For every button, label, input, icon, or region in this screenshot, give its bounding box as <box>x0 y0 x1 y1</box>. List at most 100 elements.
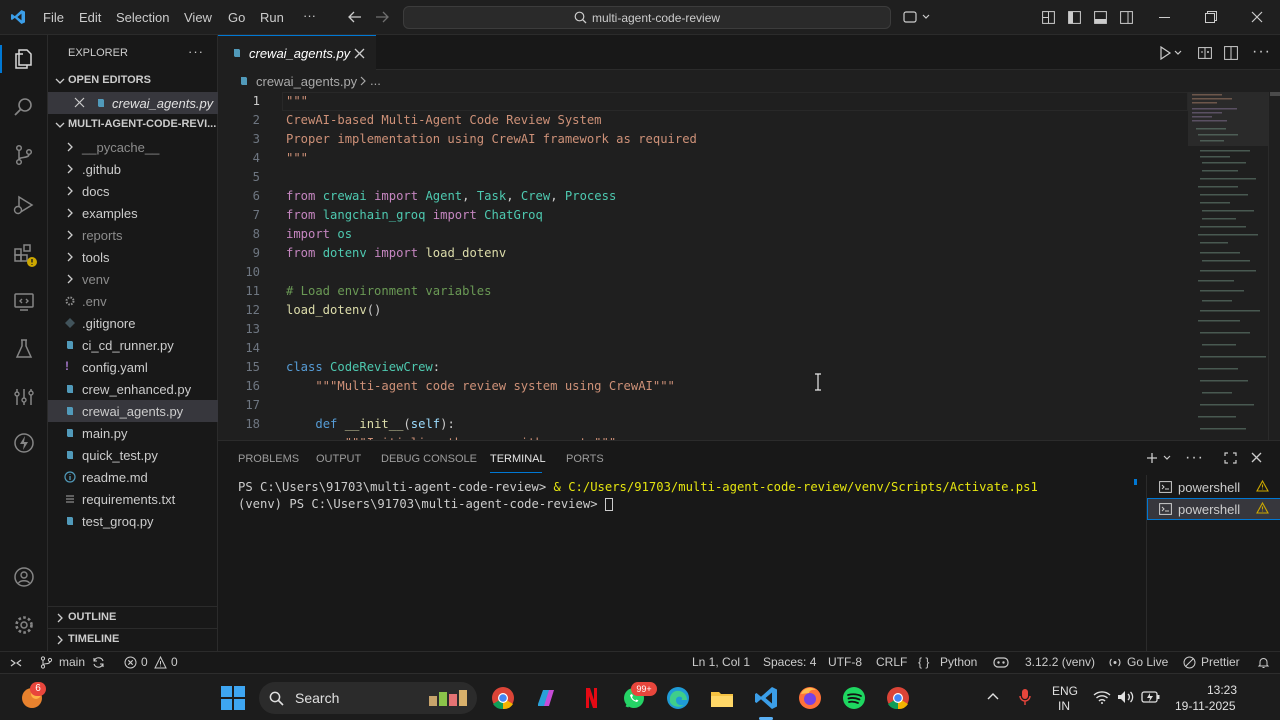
broadcast-icon[interactable] <box>1108 656 1122 669</box>
terminal-output[interactable]: PS C:\Users\91703\multi-agent-code-revie… <box>238 480 1038 511</box>
go-live[interactable]: Go Live <box>1127 655 1168 669</box>
new-terminal-icon[interactable] <box>1146 452 1172 464</box>
clock-time[interactable]: 13:23 <box>1207 683 1237 697</box>
error-icon[interactable] <box>124 656 137 669</box>
microphone-icon[interactable] <box>1018 688 1032 706</box>
cursor-position[interactable]: Ln 1, Col 1 <box>692 655 750 669</box>
terminal-instance[interactable]: powershell <box>1147 476 1280 498</box>
file-explorer-icon[interactable] <box>708 684 736 712</box>
run-python-icon[interactable] <box>1159 46 1183 60</box>
file-readme[interactable]: readme.md <box>48 466 218 488</box>
end-of-line[interactable]: CRLF <box>876 655 907 669</box>
minimap[interactable] <box>1188 92 1268 440</box>
remote-icon[interactable] <box>10 657 22 669</box>
file-config-yaml[interactable]: ! config.yaml <box>48 356 218 378</box>
code-editor[interactable]: 1 """ 2 CrewAI-based Multi-Agent Code Revi… <box>218 92 1188 440</box>
run-debug-icon[interactable] <box>12 193 36 217</box>
file-crewai-agents[interactable]: crewai_agents.py <box>48 400 218 422</box>
menu-go[interactable]: Go <box>228 10 245 25</box>
file-env[interactable]: .env <box>48 290 218 312</box>
testing-icon[interactable] <box>12 337 36 361</box>
input-language[interactable]: ENG <box>1052 684 1078 698</box>
menu-selection[interactable]: Selection <box>116 10 169 25</box>
restore-icon[interactable] <box>1205 11 1217 23</box>
tab-output[interactable]: OUTPUT <box>316 453 361 465</box>
file-requirements[interactable]: requirements.txt <box>48 488 218 510</box>
firefox-icon[interactable] <box>796 684 824 712</box>
close-icon[interactable] <box>74 97 85 108</box>
volume-icon[interactable] <box>1117 690 1135 704</box>
netflix-icon[interactable] <box>577 684 605 712</box>
forward-arrow-icon[interactable] <box>375 11 389 23</box>
split-editor-icon[interactable] <box>1224 46 1238 60</box>
file-ci-cd-runner[interactable]: ci_cd_runner.py <box>48 334 218 356</box>
tab-crewai-agents[interactable]: crewai_agents.py <box>218 35 376 70</box>
back-arrow-icon[interactable] <box>348 11 362 23</box>
menu-edit[interactable]: Edit <box>79 10 101 25</box>
database-tools-icon[interactable] <box>12 385 36 409</box>
toggle-panel-icon[interactable] <box>1094 11 1107 24</box>
warning-icon[interactable] <box>154 656 167 669</box>
prettier[interactable]: Prettier <box>1201 655 1240 669</box>
folder-github[interactable]: .github <box>48 158 218 180</box>
menu-run[interactable]: Run <box>260 10 284 25</box>
file-crew-enhanced[interactable]: crew_enhanced.py <box>48 378 218 400</box>
clock-date[interactable]: 19-11-2025 <box>1175 699 1236 713</box>
close-panel-icon[interactable] <box>1251 452 1262 463</box>
folder-docs[interactable]: docs <box>48 180 218 202</box>
lightning-icon[interactable] <box>12 431 36 455</box>
extensions-icon[interactable] <box>12 241 37 267</box>
taskbar-search[interactable]: Search <box>259 682 477 714</box>
copilot-status-icon[interactable] <box>993 655 1009 669</box>
folder-examples[interactable]: examples <box>48 202 218 224</box>
editor-more-icon[interactable]: ··· <box>1252 43 1271 61</box>
menu-view[interactable]: View <box>184 10 212 25</box>
breadcrumb-symbol[interactable]: ... <box>370 73 381 88</box>
indentation[interactable]: Spaces: 4 <box>763 655 816 669</box>
copilot-app-icon[interactable] <box>532 684 560 712</box>
terminal-instance-active[interactable]: powershell <box>1147 498 1280 520</box>
file-gitignore[interactable]: .gitignore <box>48 312 218 334</box>
explorer-more-icon[interactable]: ··· <box>188 44 204 59</box>
breadcrumb-file[interactable]: crewai_agents.py <box>256 74 357 89</box>
battery-icon[interactable] <box>1141 690 1161 704</box>
manage-gear-icon[interactable] <box>12 613 36 637</box>
project-header[interactable]: MULTI-AGENT-CODE-REVI... <box>48 114 218 136</box>
customize-layout-icon[interactable] <box>1042 11 1055 24</box>
spotify-icon[interactable] <box>840 684 868 712</box>
folder-pycache[interactable]: __pycache__ <box>48 136 218 158</box>
accounts-icon[interactable] <box>12 565 36 589</box>
file-test-groq[interactable]: test_groq.py <box>48 510 218 532</box>
vscode-logo-icon[interactable] <box>10 9 26 25</box>
toggle-sidebar-icon[interactable] <box>1068 11 1081 24</box>
close-tab-icon[interactable] <box>354 48 365 59</box>
tab-ports[interactable]: PORTS <box>566 453 604 465</box>
minimize-icon[interactable] <box>1159 17 1170 19</box>
vscode-taskbar-icon[interactable] <box>752 684 780 712</box>
source-control-icon[interactable] <box>12 143 36 167</box>
python-interpreter[interactable]: 3.12.2 (venv) <box>1025 655 1095 669</box>
scrollbar-thumb[interactable] <box>1270 92 1280 96</box>
panel-more-icon[interactable]: ··· <box>1185 449 1204 467</box>
menu-file[interactable]: File <box>43 10 64 25</box>
open-editor-item[interactable]: crewai_agents.py <box>48 92 218 114</box>
timeline-header[interactable]: TIMELINE <box>48 628 218 650</box>
system-tray-chevron-icon[interactable] <box>987 692 999 700</box>
explorer-icon[interactable] <box>12 47 36 71</box>
open-changes-icon[interactable] <box>1198 46 1212 60</box>
windows-start-icon[interactable] <box>221 686 245 710</box>
folder-tools[interactable]: tools <box>48 246 218 268</box>
git-branch[interactable]: main <box>59 655 85 669</box>
language-mode[interactable]: Python <box>940 655 977 669</box>
bell-icon[interactable] <box>1257 656 1270 669</box>
file-quick-test[interactable]: quick_test.py <box>48 444 218 466</box>
folder-venv[interactable]: venv <box>48 268 218 290</box>
close-window-icon[interactable] <box>1251 11 1263 23</box>
outline-header[interactable]: OUTLINE <box>48 606 218 628</box>
editor-scrollbar[interactable] <box>1268 92 1280 440</box>
copilot-icon[interactable] <box>903 10 931 24</box>
chrome-icon[interactable] <box>489 684 517 712</box>
wifi-icon[interactable] <box>1093 690 1111 704</box>
edge-icon[interactable] <box>664 684 692 712</box>
folder-reports[interactable]: reports <box>48 224 218 246</box>
